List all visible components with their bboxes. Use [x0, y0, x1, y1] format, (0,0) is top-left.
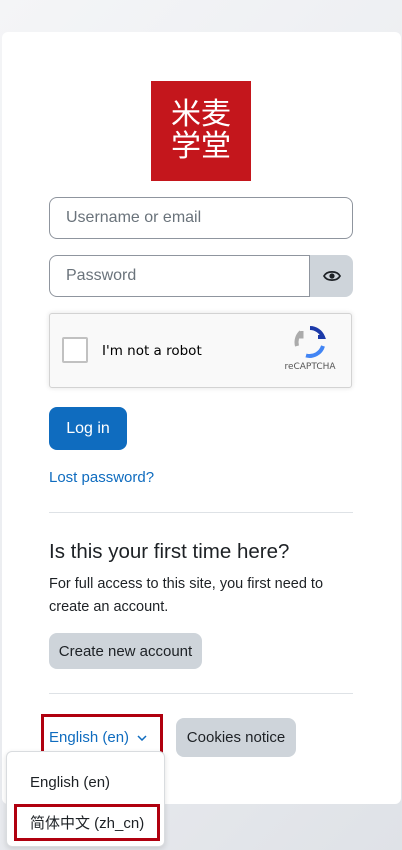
create-account-button[interactable]: Create new account: [49, 633, 202, 669]
cookies-notice-button[interactable]: Cookies notice: [176, 718, 296, 757]
language-option-english[interactable]: English (en): [30, 774, 110, 791]
signup-text: For full access to this site, you first …: [49, 576, 324, 615]
highlight-box-zh-cn-option: [14, 804, 160, 841]
site-logo: 米麦 学堂: [151, 81, 251, 181]
create-account-label: Create new account: [58, 642, 193, 660]
recaptcha-label: I'm not a robot: [102, 343, 202, 359]
eye-icon: [322, 270, 341, 282]
login-button[interactable]: Log in: [49, 407, 127, 450]
recaptcha-logo-icon: [294, 326, 326, 358]
logo-line-2: 学堂: [171, 129, 231, 164]
lost-password-link[interactable]: Lost password?: [49, 469, 154, 486]
password-placeholder: Password: [66, 267, 137, 284]
username-placeholder: Username or email: [66, 209, 202, 226]
logo-line-1: 米麦: [171, 97, 231, 132]
cookies-notice-label: Cookies notice: [186, 729, 286, 746]
divider: [49, 693, 353, 694]
username-input[interactable]: Username or email: [49, 197, 353, 239]
toggle-password-visibility-button[interactable]: [310, 255, 353, 297]
signup-heading: Is this your first time here?: [49, 540, 290, 563]
divider: [49, 512, 353, 513]
login-button-label: Log in: [66, 419, 110, 437]
recaptcha-checkbox[interactable]: [62, 337, 88, 363]
recaptcha-widget: I'm not a robot reCAPTCHA: [49, 313, 352, 388]
recaptcha-brand: reCAPTCHA: [284, 362, 336, 372]
password-input[interactable]: Password: [49, 255, 310, 297]
